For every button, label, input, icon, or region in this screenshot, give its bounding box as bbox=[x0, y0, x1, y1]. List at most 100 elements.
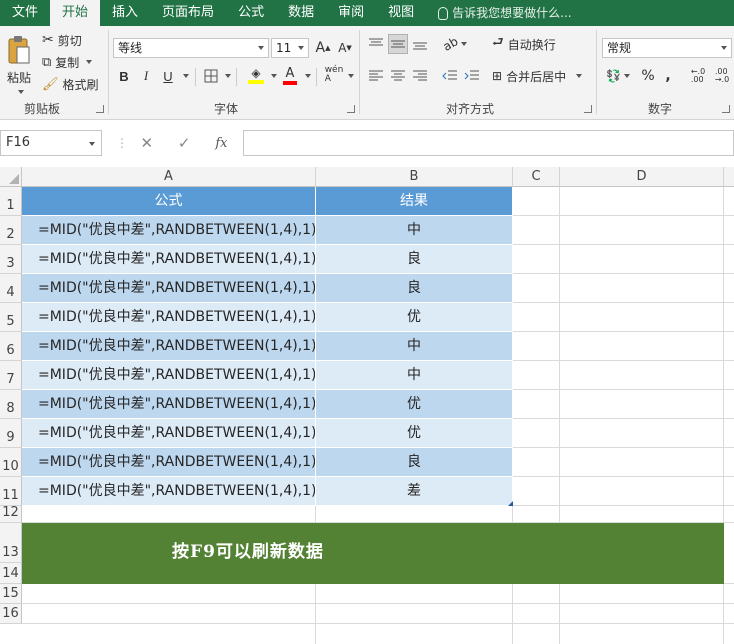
tab-data[interactable]: 数据 bbox=[276, 0, 326, 26]
row-header[interactable]: 16 bbox=[0, 604, 22, 624]
decrease-decimal-icon[interactable]: .00 →.0 bbox=[712, 66, 732, 86]
row-header[interactable]: 14 bbox=[0, 563, 22, 584]
bold-button[interactable]: B bbox=[116, 66, 132, 86]
table-header-formula[interactable]: 公式 bbox=[22, 187, 316, 216]
result-cell[interactable]: 中 bbox=[316, 361, 513, 390]
fill-color-dropdown-icon[interactable] bbox=[271, 74, 277, 78]
tab-home[interactable]: 开始 bbox=[50, 0, 101, 26]
row-header[interactable]: 13 bbox=[0, 523, 22, 563]
cancel-icon[interactable]: ✕ bbox=[140, 134, 153, 152]
row-header[interactable]: 9 bbox=[0, 419, 22, 448]
decrease-indent-icon[interactable] bbox=[440, 66, 460, 86]
row-header[interactable]: 8 bbox=[0, 390, 22, 419]
phonetic-guide-icon[interactable]: wén A bbox=[324, 64, 344, 86]
name-box[interactable]: F16 bbox=[0, 130, 102, 156]
formula-cell[interactable]: =MID("优良中差",RANDBETWEEN(1,4),1) bbox=[22, 390, 316, 419]
row-header[interactable]: 15 bbox=[0, 584, 22, 604]
font-color-dropdown-icon[interactable] bbox=[305, 74, 311, 78]
borders-icon[interactable] bbox=[203, 66, 219, 86]
column-header-d[interactable]: D bbox=[560, 167, 724, 187]
font-name-select[interactable]: 等线 bbox=[113, 38, 269, 58]
column-header-c[interactable]: C bbox=[513, 167, 560, 187]
comma-style-button[interactable]: , bbox=[662, 66, 674, 86]
row-header[interactable]: 7 bbox=[0, 361, 22, 390]
formula-input[interactable] bbox=[243, 130, 734, 156]
formula-cell[interactable]: =MID("优良中差",RANDBETWEEN(1,4),1) bbox=[22, 303, 316, 332]
formula-cell[interactable]: =MID("优良中差",RANDBETWEEN(1,4),1) bbox=[22, 361, 316, 390]
formula-cell[interactable]: =MID("优良中差",RANDBETWEEN(1,4),1) bbox=[22, 216, 316, 245]
alignment-launcher-icon[interactable] bbox=[584, 105, 592, 113]
row-header[interactable]: 2 bbox=[0, 216, 22, 245]
tab-page-layout[interactable]: 页面布局 bbox=[150, 0, 226, 26]
formula-cell[interactable]: =MID("优良中差",RANDBETWEEN(1,4),1) bbox=[22, 419, 316, 448]
formula-cell[interactable]: =MID("优良中差",RANDBETWEEN(1,4),1) bbox=[22, 245, 316, 274]
formula-cell[interactable]: =MID("优良中差",RANDBETWEEN(1,4),1) bbox=[22, 477, 316, 506]
result-cell[interactable]: 优 bbox=[316, 419, 513, 448]
underline-button[interactable]: U bbox=[160, 66, 176, 86]
table-resize-handle[interactable] bbox=[508, 501, 513, 506]
align-left-icon[interactable] bbox=[366, 66, 386, 86]
font-launcher-icon[interactable] bbox=[347, 105, 355, 113]
increase-decimal-icon[interactable]: ←.0.00 bbox=[688, 66, 708, 86]
result-cell[interactable]: 中 bbox=[316, 332, 513, 361]
row-header[interactable]: 3 bbox=[0, 245, 22, 274]
grow-font-icon[interactable]: A ▲ bbox=[314, 38, 332, 58]
number-format-select[interactable]: 常规 bbox=[602, 38, 732, 58]
fill-color-button[interactable]: ◈ bbox=[246, 64, 266, 86]
row-header[interactable]: 4 bbox=[0, 274, 22, 303]
font-color-button[interactable]: A bbox=[282, 64, 298, 86]
insert-function-icon[interactable]: fx bbox=[215, 136, 227, 151]
column-header-a[interactable]: A bbox=[22, 167, 316, 187]
result-cell[interactable]: 差 bbox=[316, 477, 513, 506]
phonetic-dropdown-icon[interactable] bbox=[348, 74, 354, 78]
formula-cell[interactable]: =MID("优良中差",RANDBETWEEN(1,4),1) bbox=[22, 448, 316, 477]
shrink-font-icon[interactable]: A ▼ bbox=[336, 38, 354, 58]
accounting-format-icon[interactable]: 💱 bbox=[604, 66, 632, 86]
result-cell[interactable]: 中 bbox=[316, 216, 513, 245]
align-right-icon[interactable] bbox=[410, 66, 430, 86]
align-top-icon[interactable] bbox=[366, 34, 386, 54]
align-middle-icon[interactable] bbox=[388, 34, 408, 54]
row-header[interactable]: 5 bbox=[0, 303, 22, 332]
result-cell[interactable]: 优 bbox=[316, 303, 513, 332]
tab-view[interactable]: 视图 bbox=[376, 0, 426, 26]
formula-cell[interactable]: =MID("优良中差",RANDBETWEEN(1,4),1) bbox=[22, 332, 316, 361]
column-header-e[interactable] bbox=[724, 167, 734, 187]
formula-cell[interactable]: =MID("优良中差",RANDBETWEEN(1,4),1) bbox=[22, 274, 316, 303]
enter-icon[interactable]: ✓ bbox=[178, 134, 191, 152]
row-header[interactable]: 11 bbox=[0, 477, 22, 506]
tab-insert[interactable]: 插入 bbox=[100, 0, 150, 26]
underline-dropdown-icon[interactable] bbox=[183, 74, 189, 78]
number-launcher-icon[interactable] bbox=[722, 105, 730, 113]
tab-formulas[interactable]: 公式 bbox=[226, 0, 276, 26]
merge-center-button[interactable]: ⊞ 合并后居中 bbox=[492, 66, 583, 86]
paste-button[interactable]: 粘贴 bbox=[4, 32, 34, 96]
cut-button[interactable]: ✂ 剪切 bbox=[42, 30, 82, 50]
result-cell[interactable]: 良 bbox=[316, 245, 513, 274]
tell-me-search[interactable]: 告诉我您想要做什么... bbox=[438, 0, 572, 26]
select-all-button[interactable] bbox=[0, 167, 22, 187]
row-header[interactable]: 1 bbox=[0, 187, 22, 216]
percent-style-button[interactable]: % bbox=[640, 66, 656, 86]
orientation-icon[interactable]: ab bbox=[441, 34, 468, 54]
table-header-result[interactable]: 结果 bbox=[316, 187, 513, 216]
align-center-icon[interactable] bbox=[388, 66, 408, 86]
result-cell[interactable]: 良 bbox=[316, 274, 513, 303]
result-cell[interactable]: 优 bbox=[316, 390, 513, 419]
font-size-select[interactable]: 11 bbox=[271, 38, 309, 58]
banner-merged-cell[interactable]: 按F9可以刷新数据 bbox=[22, 523, 724, 584]
align-bottom-icon[interactable] bbox=[410, 34, 430, 54]
result-cell[interactable]: 良 bbox=[316, 448, 513, 477]
tab-review[interactable]: 审阅 bbox=[326, 0, 376, 26]
increase-indent-icon[interactable] bbox=[462, 66, 482, 86]
borders-dropdown-icon[interactable] bbox=[225, 74, 231, 78]
italic-button[interactable]: I bbox=[138, 66, 154, 86]
row-header[interactable]: 10 bbox=[0, 448, 22, 477]
column-header-b[interactable]: B bbox=[316, 167, 513, 187]
format-painter-button[interactable]: 🖌 格式刷 bbox=[42, 74, 99, 94]
copy-button[interactable]: ⧉ 复制 bbox=[42, 52, 93, 72]
row-header[interactable]: 12 bbox=[0, 505, 22, 523]
row-header[interactable]: 6 bbox=[0, 332, 22, 361]
wrap-text-button[interactable]: ⮐ 自动换行 bbox=[492, 34, 556, 54]
tab-file[interactable]: 文件 bbox=[0, 0, 50, 26]
